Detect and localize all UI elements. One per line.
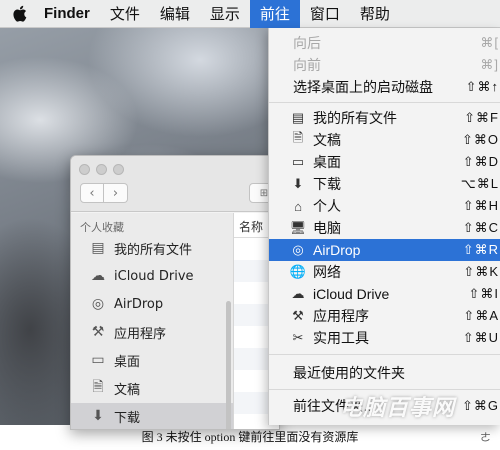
sidebar-item-icloud[interactable]: ☁ iCloud Drive bbox=[71, 263, 233, 289]
menu-finder[interactable]: Finder bbox=[38, 0, 100, 28]
all-files-icon: ▤ bbox=[291, 110, 305, 125]
utilities-icon: ✂ bbox=[292, 330, 304, 345]
column-header-name[interactable]: 名称 bbox=[239, 218, 263, 235]
sidebar-item-label: 文稿 bbox=[114, 382, 141, 398]
airdrop-icon: ◎ bbox=[91, 296, 105, 312]
menu-item-forward[interactable]: 向前 ⌘] bbox=[269, 54, 500, 76]
menu-bar: Finder 文件 编辑 显示 前往 窗口 帮助 bbox=[0, 0, 500, 28]
sidebar-item-applications[interactable]: ⚒ 应用程序 bbox=[71, 319, 233, 345]
network-icon: 🌐 bbox=[289, 264, 307, 279]
menu-item-home[interactable]: ⌂ 个人 ⇧⌘H bbox=[269, 195, 500, 217]
home-icon: ⌂ bbox=[294, 198, 302, 214]
applications-icon: ⚒ bbox=[91, 324, 105, 340]
icloud-icon: ☁ bbox=[291, 286, 305, 301]
caption-logo-mark: ㄜ bbox=[480, 431, 491, 444]
menu-window[interactable]: 窗口 bbox=[300, 0, 350, 28]
menu-edit[interactable]: 编辑 bbox=[150, 0, 200, 28]
sidebar-item-label: 桌面 bbox=[114, 354, 141, 370]
menu-view[interactable]: 显示 bbox=[200, 0, 250, 28]
airdrop-icon: ◎ bbox=[292, 242, 304, 257]
finder-sidebar: 个人收藏 ▤ 我的所有文件 ☁ iCloud Drive ◎ AirDrop ⚒… bbox=[71, 213, 233, 429]
sidebar-item-label: 下载 bbox=[114, 410, 141, 426]
chevron-right-icon: › bbox=[112, 185, 119, 201]
apple-icon bbox=[12, 5, 26, 22]
go-menu-dropdown: 向后 ⌘[ 向前 ⌘] 选择桌面上的启动磁盘 ⇧⌘↑ ▤ 我的所有文件 ⇧⌘F … bbox=[268, 28, 500, 425]
all-files-icon: ▤ bbox=[91, 240, 105, 256]
menu-file[interactable]: 文件 bbox=[100, 0, 150, 28]
menu-separator bbox=[269, 102, 500, 103]
site-watermark: 电脑百事网 bbox=[340, 395, 456, 420]
computer-icon: 🖥 bbox=[289, 220, 307, 235]
grid-view-icon: ⊞ bbox=[259, 187, 269, 199]
sidebar-scrollbar[interactable] bbox=[226, 301, 231, 429]
menu-item-startup-disk[interactable]: 选择桌面上的启动磁盘 ⇧⌘↑ bbox=[269, 76, 500, 98]
figure-caption: 图 3 未按住 option 键前往里面没有资源库 bbox=[141, 430, 359, 444]
nav-buttons: ‹ › bbox=[80, 183, 128, 203]
documents-icon: 🗎 bbox=[292, 130, 304, 145]
menu-item-recent-folders[interactable]: 最近使用的文件夹 bbox=[269, 362, 500, 384]
apple-menu[interactable] bbox=[0, 5, 38, 22]
sidebar-item-label: 我的所有文件 bbox=[114, 242, 193, 258]
menu-item-all-files[interactable]: ▤ 我的所有文件 ⇧⌘F bbox=[269, 107, 500, 129]
menu-help[interactable]: 帮助 bbox=[350, 0, 400, 28]
menu-item-downloads[interactable]: ⬇ 下载 ⌥⌘L bbox=[269, 173, 500, 195]
chevron-left-icon: ‹ bbox=[89, 185, 95, 201]
desktop-icon: ▭ bbox=[291, 154, 305, 169]
menu-item-network[interactable]: 🌐 网络 ⇧⌘K bbox=[269, 261, 500, 283]
menu-item-documents[interactable]: 🗎 文稿 ⇧⌘O bbox=[269, 129, 500, 151]
finder-titlebar: ‹ › ⊞ bbox=[71, 156, 279, 212]
minimize-button[interactable] bbox=[96, 164, 107, 175]
menu-item-utilities[interactable]: ✂ 实用工具 ⇧⌘U bbox=[269, 327, 500, 349]
menu-item-back[interactable]: 向后 ⌘[ bbox=[269, 32, 500, 54]
close-button[interactable] bbox=[79, 164, 90, 175]
sidebar-item-label: AirDrop bbox=[114, 296, 164, 312]
icloud-icon: ☁ bbox=[91, 268, 105, 284]
sidebar-item-documents[interactable]: 🗎 文稿 bbox=[71, 375, 233, 401]
menu-go[interactable]: 前往 bbox=[249, 0, 300, 28]
menu-item-applications[interactable]: ⚒ 应用程序 ⇧⌘A bbox=[269, 305, 500, 327]
zoom-button[interactable] bbox=[113, 164, 124, 175]
download-icon: ⬇ bbox=[92, 408, 104, 424]
menu-separator bbox=[269, 354, 500, 355]
download-icon: ⬇ bbox=[292, 176, 304, 191]
sidebar-item-airdrop[interactable]: ◎ AirDrop bbox=[71, 291, 233, 317]
sidebar-item-all-files[interactable]: ▤ 我的所有文件 bbox=[71, 235, 233, 261]
sidebar-item-desktop[interactable]: ▭ 桌面 bbox=[71, 347, 233, 373]
menu-item-computer[interactable]: 🖥 电脑 ⇧⌘C bbox=[269, 217, 500, 239]
finder-window: ‹ › ⊞ 个人收藏 ▤ 我的所有文件 ☁ iCloud Drive ◎ Air… bbox=[70, 155, 280, 430]
menu-item-desktop[interactable]: ▭ 桌面 ⇧⌘D bbox=[269, 151, 500, 173]
sidebar-item-downloads[interactable]: ⬇ 下载 bbox=[71, 403, 233, 429]
back-button[interactable]: ‹ bbox=[80, 183, 104, 203]
menu-item-airdrop[interactable]: ◎ AirDrop ⇧⌘R bbox=[269, 239, 500, 261]
documents-icon: 🗎 bbox=[92, 379, 104, 395]
sidebar-item-label: 应用程序 bbox=[114, 326, 167, 342]
sidebar-heading: 个人收藏 bbox=[80, 221, 124, 234]
menu-item-icloud[interactable]: ☁ iCloud Drive ⇧⌘I bbox=[269, 283, 500, 305]
forward-button[interactable]: › bbox=[104, 183, 128, 203]
window-controls bbox=[79, 164, 124, 175]
sidebar-item-label: iCloud Drive bbox=[114, 268, 194, 284]
applications-icon: ⚒ bbox=[292, 308, 304, 323]
desktop-icon: ▭ bbox=[91, 352, 105, 368]
